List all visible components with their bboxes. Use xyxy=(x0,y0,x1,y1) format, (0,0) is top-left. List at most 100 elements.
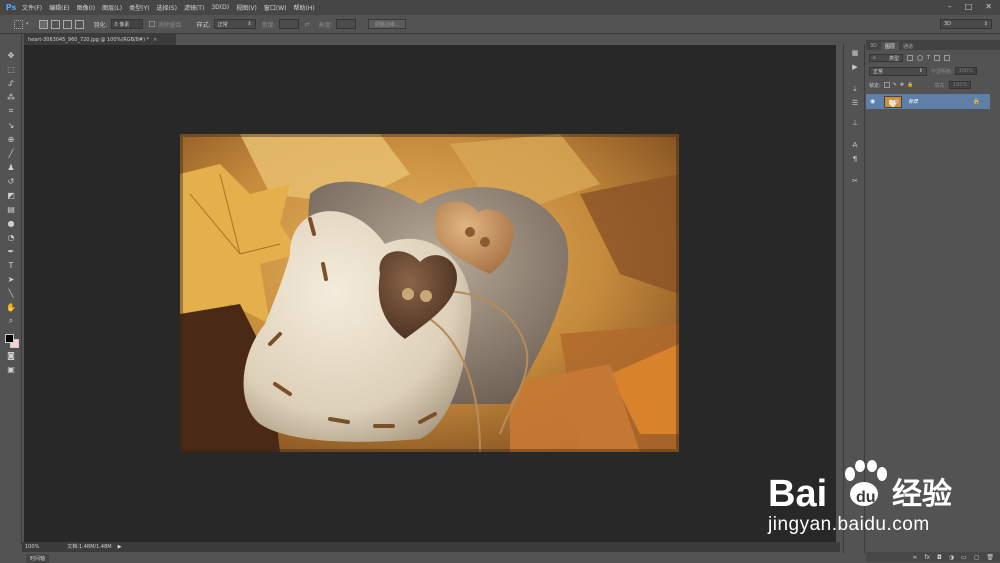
menu-filter[interactable]: 滤镜(T) xyxy=(184,3,204,12)
zoom-level[interactable]: 100% xyxy=(25,544,39,550)
link-layers-icon[interactable]: ∞ xyxy=(912,554,917,561)
magic-wand-tool-icon[interactable]: ⁂ xyxy=(6,92,16,102)
lock-position-icon[interactable]: ✥ xyxy=(900,82,904,88)
intersect-selection-icon[interactable] xyxy=(74,19,84,29)
history-brush-tool-icon[interactable]: ↺ xyxy=(6,176,16,186)
character-panel-icon[interactable]: A xyxy=(850,140,860,150)
line-tool-icon[interactable]: ╲ xyxy=(6,288,16,298)
clone-stamp-tool-icon[interactable]: ♟ xyxy=(6,162,16,172)
chevron-down-icon[interactable]: ▾ xyxy=(26,21,29,27)
height-input[interactable] xyxy=(335,19,356,29)
canvas-area[interactable] xyxy=(24,45,836,542)
tab-layers[interactable]: 图层 xyxy=(881,42,900,50)
zoom-tool-icon[interactable]: ⌕ xyxy=(6,316,16,326)
minimize-icon[interactable]: – xyxy=(948,2,952,11)
marquee-tool-icon[interactable]: ⬚ xyxy=(6,64,16,74)
subtract-selection-icon[interactable] xyxy=(62,19,72,29)
document-tab[interactable]: heart-3063045_960_720.jpg @ 100%(RGB/8#)… xyxy=(24,34,176,45)
hand-tool-icon[interactable]: ✋ xyxy=(6,302,16,312)
eraser-tool-icon[interactable]: ◩ xyxy=(6,190,16,200)
fill-input[interactable]: 100% xyxy=(949,81,972,89)
layer-mask-icon[interactable]: ◘ xyxy=(937,554,942,561)
window-controls: – □ ✕ xyxy=(948,2,992,11)
layer-name[interactable]: 背景 xyxy=(908,98,918,105)
workspace-select[interactable]: 3D ⇕ xyxy=(940,19,992,29)
menu-select[interactable]: 选择(S) xyxy=(156,3,177,12)
tool-presets-icon[interactable]: ⇣ xyxy=(850,84,860,94)
dodge-tool-icon[interactable]: ◔ xyxy=(6,232,16,242)
crop-tool-icon[interactable]: ⌗ xyxy=(6,106,16,116)
layer-style-icon[interactable]: fx xyxy=(924,554,930,561)
document-tab-title: heart-3063045_960_720.jpg @ 100%(RGB/8#)… xyxy=(28,36,150,43)
close-icon[interactable]: ✕ xyxy=(985,2,992,11)
menu-3d[interactable]: 3D(D) xyxy=(211,4,229,11)
properties-panel-icon[interactable]: ⊥ xyxy=(850,118,860,128)
menu-edit[interactable]: 编辑(E) xyxy=(49,3,69,12)
quick-mask-icon[interactable]: ◙ xyxy=(6,350,16,360)
new-layer-icon[interactable]: ▢ xyxy=(974,554,980,561)
close-icon[interactable]: × xyxy=(153,37,157,43)
marquee-tool-preset-icon[interactable] xyxy=(14,19,23,29)
add-selection-icon[interactable] xyxy=(50,19,60,29)
eye-icon[interactable]: ◉ xyxy=(870,98,878,105)
lasso-tool-icon[interactable]: ᔑ xyxy=(6,78,16,88)
path-selection-tool-icon[interactable]: ➤ xyxy=(6,274,16,284)
foreground-color-swatch[interactable] xyxy=(5,334,14,343)
paragraph-panel-icon[interactable]: ¶ xyxy=(850,154,860,164)
pen-tool-icon[interactable]: ✒ xyxy=(6,246,16,256)
new-group-icon[interactable]: ▭ xyxy=(961,554,967,561)
menu-image[interactable]: 图像(I) xyxy=(77,3,95,12)
tab-channels[interactable]: 通道 xyxy=(899,42,917,50)
menu-help[interactable]: 帮助(H) xyxy=(294,3,315,12)
eyedropper-tool-icon[interactable]: ↘ xyxy=(6,120,16,130)
brush-tool-icon[interactable]: ╱ xyxy=(6,148,16,158)
maximize-icon[interactable]: □ xyxy=(965,2,973,11)
type-tool-icon[interactable]: T xyxy=(6,260,16,270)
actions-panel-icon[interactable]: ▶ xyxy=(850,62,860,72)
workspace-select-value: 3D xyxy=(944,21,952,27)
new-selection-icon[interactable] xyxy=(38,19,48,29)
chevron-right-icon[interactable]: ▶ xyxy=(118,544,122,550)
fill-label: 填充: xyxy=(934,82,947,89)
tab-3d[interactable]: 3D xyxy=(866,42,881,50)
delete-layer-icon[interactable]: 🗑 xyxy=(986,554,994,561)
pixel-filter-icon[interactable] xyxy=(907,55,913,61)
baidu-jingyan-watermark: Bai du 经验 jingyan.baidu.com xyxy=(766,456,996,542)
adjustment-layer-icon[interactable]: ◑ xyxy=(949,554,954,561)
gradient-tool-icon[interactable]: ▤ xyxy=(6,204,16,214)
menu-window[interactable]: 窗口(W) xyxy=(264,3,287,12)
opacity-input[interactable]: 100% xyxy=(954,67,977,75)
opacity-label: 不透明度: xyxy=(931,68,953,75)
swap-icon[interactable]: ⇄ xyxy=(305,21,310,28)
feather-input[interactable]: 0 像素 xyxy=(110,19,143,29)
lock-image-icon[interactable]: ✎ xyxy=(893,82,897,88)
shape-filter-icon[interactable] xyxy=(934,55,941,61)
menu-type[interactable]: 类型(Y) xyxy=(129,3,149,12)
width-input[interactable] xyxy=(278,19,299,29)
antialias-checkbox[interactable] xyxy=(148,21,155,27)
lock-transparent-icon[interactable] xyxy=(883,82,890,88)
adjustment-filter-icon[interactable] xyxy=(917,55,923,61)
menu-layer[interactable]: 图层(L) xyxy=(102,3,122,12)
adjustments-panel-icon[interactable]: ☰ xyxy=(850,98,860,108)
lock-label: 锁定: xyxy=(869,82,881,89)
refine-edge-button[interactable]: 调整边缘... xyxy=(367,19,407,29)
style-select[interactable]: 正常 ⇕ xyxy=(213,19,256,29)
move-tool-icon[interactable]: ✥ xyxy=(6,50,16,60)
blur-tool-icon[interactable]: ● xyxy=(6,218,16,228)
healing-brush-tool-icon[interactable]: ⊕ xyxy=(6,134,16,144)
smart-object-filter-icon[interactable] xyxy=(944,55,951,61)
layer-filter-select[interactable]: ⌕ 类型 xyxy=(869,54,903,62)
menu-view[interactable]: 视图(V) xyxy=(236,3,257,12)
timeline-tab[interactable]: 时间轴 xyxy=(26,554,50,563)
history-panel-icon[interactable]: ▦ xyxy=(850,48,860,58)
blend-mode-select[interactable]: 正常 ⇕ xyxy=(869,66,927,76)
menu-file[interactable]: 文件(F) xyxy=(22,3,42,12)
brush-presets-icon[interactable]: ✂ xyxy=(850,176,860,186)
screen-mode-icon[interactable]: ▣ xyxy=(6,364,16,374)
layer-row-background[interactable]: ◉ 背景 🔒 xyxy=(866,94,990,109)
width-label: 宽度: xyxy=(261,21,276,29)
document-image[interactable] xyxy=(180,134,679,452)
type-filter-icon[interactable]: T xyxy=(927,55,930,61)
lock-all-icon[interactable]: 🔒 xyxy=(907,82,913,88)
